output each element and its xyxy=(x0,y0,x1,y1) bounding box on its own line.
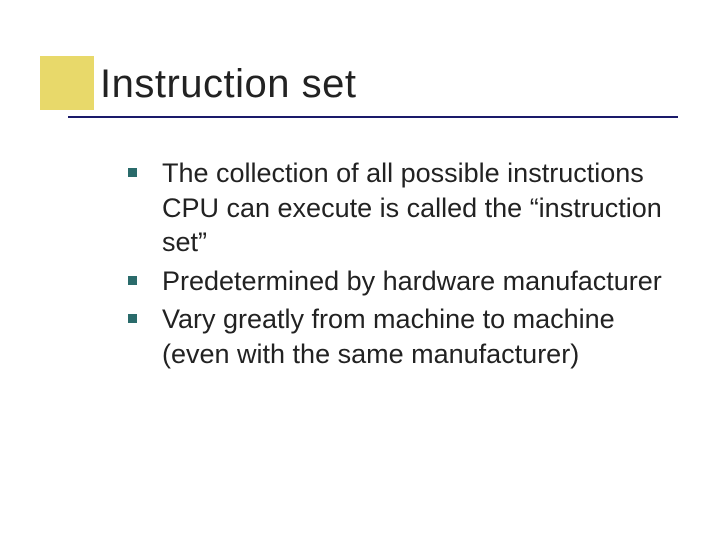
title-underline xyxy=(68,116,678,118)
slide-body: The collection of all possible instructi… xyxy=(128,156,688,375)
slide: Instruction set The collection of all po… xyxy=(0,0,720,540)
square-bullet-icon xyxy=(128,276,137,285)
bullet-item: Predetermined by hardware manufacturer xyxy=(128,264,688,299)
bullet-text: Vary greatly from machine to machine (ev… xyxy=(162,304,615,369)
slide-title: Instruction set xyxy=(100,62,357,107)
bullet-text: The collection of all possible instructi… xyxy=(162,158,662,257)
bullet-item: The collection of all possible instructi… xyxy=(128,156,688,260)
square-bullet-icon xyxy=(128,168,137,177)
title-accent-block xyxy=(40,56,94,110)
bullet-item: Vary greatly from machine to machine (ev… xyxy=(128,302,688,371)
bullet-text: Predetermined by hardware manufacturer xyxy=(162,266,662,296)
square-bullet-icon xyxy=(128,314,137,323)
